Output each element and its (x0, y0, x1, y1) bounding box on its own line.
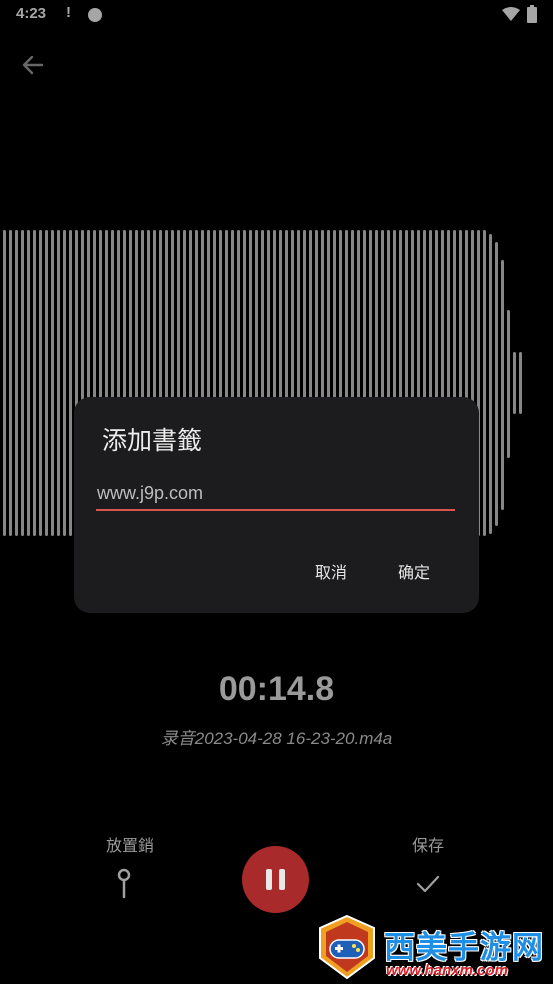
pause-icon (266, 869, 272, 890)
pin-label: 放置銷 (105, 836, 154, 855)
recording-timer: 00:14.8 (218, 670, 335, 708)
check-icon[interactable] (414, 872, 442, 896)
recording-filename: 录音2023-04-28 16-23-20.m4a (160, 729, 393, 748)
cancel-button[interactable]: 取消 (315, 559, 347, 583)
save-label: 保存 (411, 836, 444, 855)
ok-button[interactable]: 确定 (398, 559, 430, 583)
watermark-url: www.hanxm.com (386, 962, 508, 979)
pin-icon[interactable] (110, 866, 138, 900)
watermark: 西美手游网 www.hanxm.com (310, 910, 553, 984)
pause-button[interactable] (242, 846, 309, 913)
watermark-title: 西美手游网 (384, 930, 544, 966)
pause-icon-bar (279, 869, 285, 890)
bookmark-input[interactable] (96, 477, 455, 511)
gamepad-logo-icon (319, 914, 375, 980)
add-bookmark-dialog: 添加書籤 取消 确定 (74, 397, 479, 613)
dialog-title: 添加書籤 (102, 426, 203, 455)
